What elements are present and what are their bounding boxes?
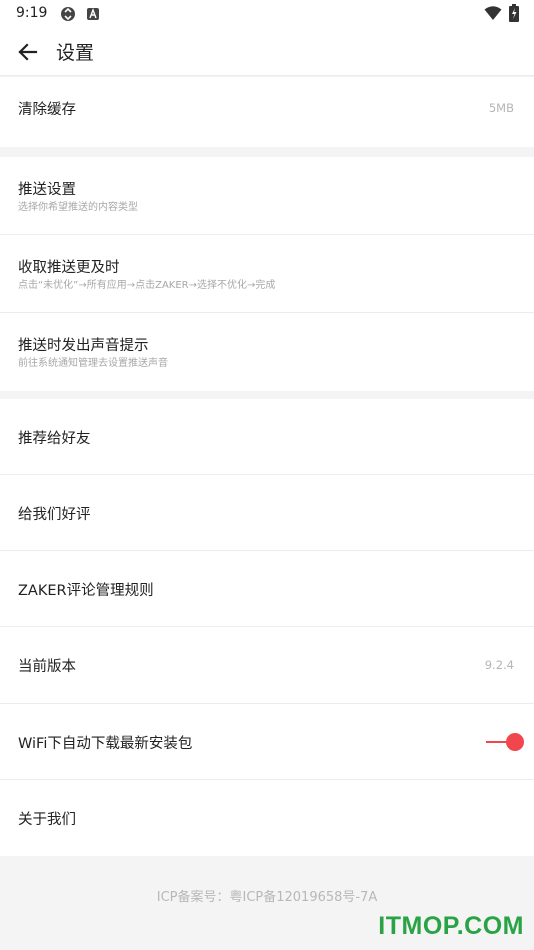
page-title: 设置 — [56, 42, 95, 64]
back-arrow-icon[interactable] — [14, 38, 42, 66]
push-settings-row[interactable]: 推送设置 选择你希望推送的内容类型 — [0, 157, 534, 235]
comment-rules-row[interactable]: ZAKER评论管理规则 — [0, 551, 534, 627]
rate-us-row[interactable]: 给我们好评 — [0, 475, 534, 551]
clear-cache-row[interactable]: 清除缓存 5MB — [0, 77, 534, 147]
status-time: 9:19 — [16, 5, 48, 21]
sync-icon — [60, 6, 76, 26]
toggle-knob — [506, 733, 524, 751]
watermark-text: ITMOP.COM — [378, 912, 524, 940]
wifi-download-toggle[interactable] — [486, 730, 526, 754]
push-sound-label: 推送时发出声音提示 — [18, 338, 149, 354]
rate-us-label: 给我们好评 — [18, 507, 91, 523]
about-us-row[interactable]: 关于我们 — [0, 780, 534, 856]
comment-rules-label: ZAKER评论管理规则 — [18, 583, 154, 599]
about-us-label: 关于我们 — [18, 812, 76, 828]
cache-section: 清除缓存 5MB — [0, 77, 534, 147]
current-version-row[interactable]: 当前版本 9.2.4 — [0, 627, 534, 704]
battery-icon — [509, 4, 519, 26]
push-timely-label: 收取推送更及时 — [18, 260, 120, 276]
status-bar: 9:19 — [0, 0, 534, 28]
version-value: 9.2.4 — [484, 658, 514, 672]
icp-license-text: ICP备案号：粤ICP备12019658号-7A — [156, 890, 378, 905]
push-section: 推送设置 选择你希望推送的内容类型 收取推送更及时 点击“未优化”→所有应用→点… — [0, 157, 534, 391]
push-settings-subtitle: 选择你希望推送的内容类型 — [18, 202, 138, 213]
push-timely-row[interactable]: 收取推送更及时 点击“未优化”→所有应用→点击ZAKER→选择不优化→完成 — [0, 235, 534, 313]
app-notification-icon — [86, 6, 100, 25]
general-section: 推荐给好友 给我们好评 ZAKER评论管理规则 当前版本 9.2.4 WiFi下… — [0, 399, 534, 856]
current-version-label: 当前版本 — [18, 659, 76, 675]
wifi-download-label: WiFi下自动下载最新安装包 — [18, 736, 193, 752]
push-sound-subtitle: 前往系统通知管理去设置推送声音 — [18, 358, 168, 369]
push-timely-subtitle: 点击“未优化”→所有应用→点击ZAKER→选择不优化→完成 — [18, 280, 276, 291]
wifi-icon — [484, 5, 502, 25]
push-sound-row[interactable]: 推送时发出声音提示 前往系统通知管理去设置推送声音 — [0, 313, 534, 391]
recommend-friends-row[interactable]: 推荐给好友 — [0, 399, 534, 475]
wifi-download-row[interactable]: WiFi下自动下载最新安装包 — [0, 704, 534, 780]
recommend-friends-label: 推荐给好友 — [18, 431, 91, 447]
push-settings-label: 推送设置 — [18, 182, 76, 198]
cache-size-value: 5MB — [488, 101, 514, 115]
clear-cache-label: 清除缓存 — [18, 102, 76, 118]
toolbar: 设置 — [0, 28, 534, 76]
